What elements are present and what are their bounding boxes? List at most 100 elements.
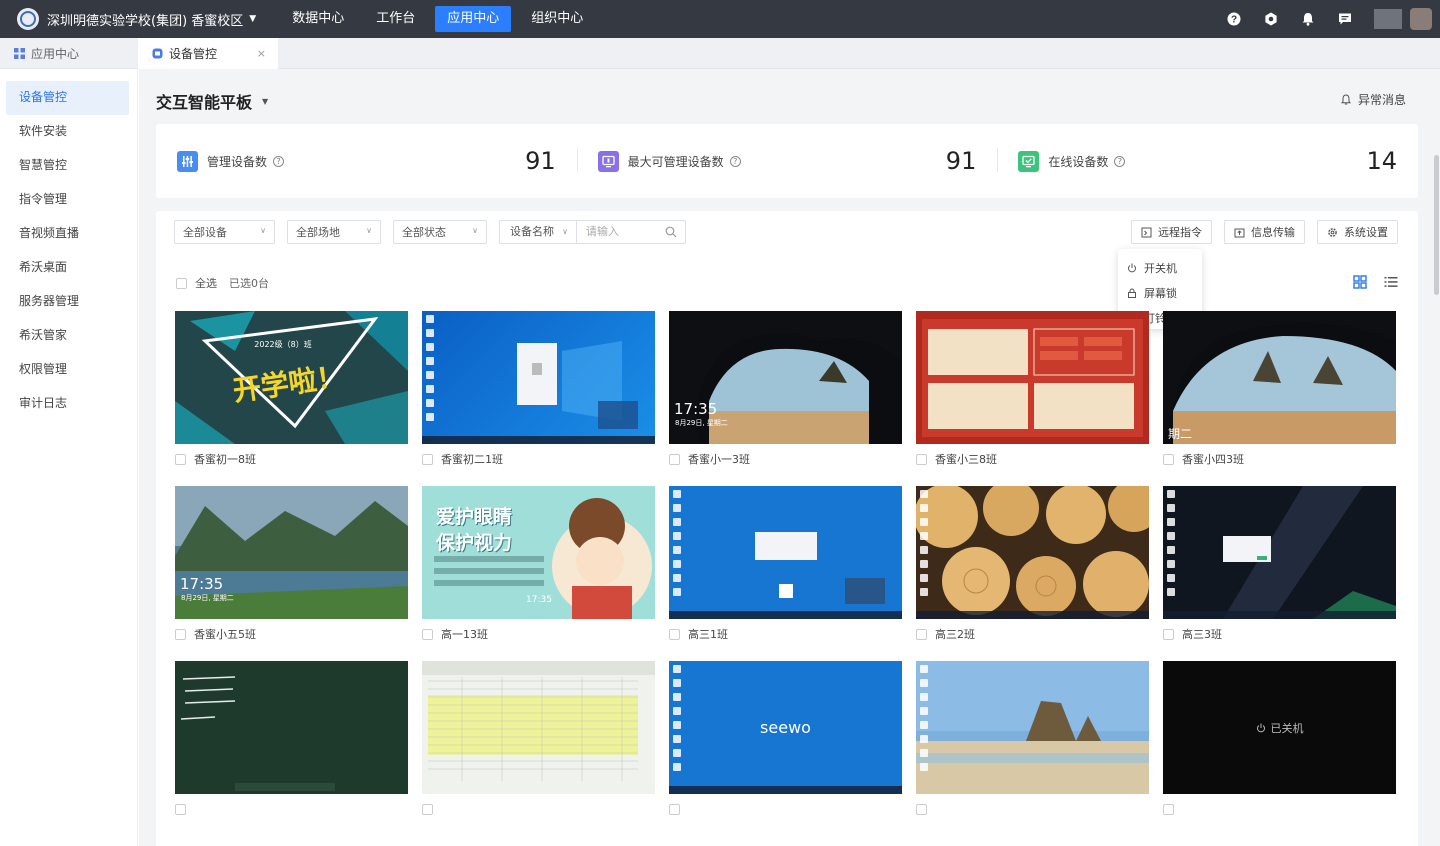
page-title[interactable]: 交互智能平板 bbox=[156, 89, 252, 113]
sidebar-item-seewo-desktop[interactable]: 希沃桌面 bbox=[6, 251, 129, 285]
device-checkbox[interactable] bbox=[175, 628, 186, 640]
device-screen-thumbnail[interactable]: 17:35 8月29日, 星期二 bbox=[669, 311, 902, 444]
device-checkbox[interactable] bbox=[175, 803, 186, 815]
help-icon[interactable]: ? bbox=[1114, 155, 1126, 167]
device-checkbox[interactable] bbox=[422, 628, 433, 640]
grid-view-icon[interactable] bbox=[1353, 275, 1367, 289]
user-name-block[interactable] bbox=[1374, 9, 1402, 29]
device-card[interactable]: 香蜜初二1班 bbox=[422, 311, 655, 474]
select-all-label[interactable]: 全选 bbox=[195, 275, 217, 291]
device-card[interactable]: 高三2班 bbox=[916, 486, 1149, 649]
device-checkbox[interactable] bbox=[175, 453, 186, 465]
nav-data-center[interactable]: 数据中心 bbox=[280, 6, 356, 32]
device-checkbox[interactable] bbox=[422, 803, 433, 815]
device-checkbox[interactable] bbox=[669, 453, 680, 465]
dropdown-item-power[interactable]: 开关机 bbox=[1118, 255, 1202, 280]
device-card[interactable] bbox=[916, 661, 1149, 824]
device-screen-thumbnail[interactable]: 2022级（8）班 开学啦！ bbox=[175, 311, 408, 444]
device-screen-thumbnail[interactable] bbox=[916, 661, 1149, 794]
device-card[interactable] bbox=[175, 661, 408, 824]
bell-icon[interactable] bbox=[1301, 12, 1315, 26]
sidebar-item-smart-control[interactable]: 智慧管控 bbox=[6, 149, 129, 183]
tab-app-center[interactable]: 应用中心 bbox=[0, 38, 138, 69]
help-icon[interactable]: ? bbox=[273, 155, 285, 167]
device-card[interactable]: 2022级（8）班 开学啦！ 香蜜初一8班 bbox=[175, 311, 408, 474]
sidebar-item-live-stream[interactable]: 音视频直播 bbox=[6, 217, 129, 251]
nav-app-center[interactable]: 应用中心 bbox=[435, 6, 512, 32]
device-screen-thumbnail[interactable] bbox=[916, 486, 1149, 619]
page-scrollbar[interactable] bbox=[1434, 155, 1439, 295]
sidebar-item-permissions[interactable]: 权限管理 bbox=[6, 353, 129, 387]
caret-down-icon[interactable]: ▼ bbox=[249, 14, 256, 24]
sidebar-item-seewo-manager[interactable]: 希沃管家 bbox=[6, 319, 129, 353]
device-card[interactable]: 期二 香蜜小四3班 bbox=[1163, 311, 1396, 474]
abnormal-messages-link[interactable]: 异常消息 bbox=[1340, 91, 1406, 108]
avatar[interactable] bbox=[1410, 8, 1432, 30]
device-card[interactable]: seewo bbox=[669, 661, 902, 824]
device-card[interactable]: 高三1班 bbox=[669, 486, 902, 649]
message-icon[interactable] bbox=[1338, 12, 1352, 26]
device-card[interactable]: 17:35 8月29日, 星期二 香蜜小五5班 bbox=[175, 486, 408, 649]
device-checkbox[interactable] bbox=[669, 628, 680, 640]
info-transfer-button[interactable]: 信息传输 bbox=[1224, 220, 1305, 244]
help-icon[interactable]: ? bbox=[1227, 12, 1241, 26]
select-all-checkbox[interactable] bbox=[176, 277, 187, 289]
lock-clock: 期二 bbox=[1168, 427, 1193, 441]
sidebar-item-device-control[interactable]: 设备管控 bbox=[6, 81, 129, 115]
caret-down-icon[interactable]: ▼ bbox=[262, 97, 268, 106]
device-screen-thumbnail[interactable] bbox=[422, 661, 655, 794]
sidebar-item-audit-log[interactable]: 审计日志 bbox=[6, 387, 129, 421]
system-settings-button[interactable]: 系统设置 bbox=[1317, 220, 1398, 244]
tab-device-control[interactable]: 设备管控 × bbox=[138, 38, 278, 69]
dropdown-item-screen-lock[interactable]: 屏幕锁 bbox=[1118, 280, 1202, 305]
nav-workbench[interactable]: 工作台 bbox=[364, 6, 427, 32]
help-icon[interactable]: ? bbox=[729, 155, 741, 167]
device-card[interactable]: 香蜜小三8班 bbox=[916, 311, 1149, 474]
device-checkbox[interactable] bbox=[916, 453, 927, 465]
device-checkbox[interactable] bbox=[1163, 453, 1174, 465]
device-screen-thumbnail[interactable] bbox=[669, 486, 902, 619]
device-checkbox[interactable] bbox=[916, 628, 927, 640]
school-selector[interactable]: 深圳明德实验学校(集团) 香蜜校区 bbox=[47, 10, 243, 29]
device-card[interactable]: 高三3班 bbox=[1163, 486, 1396, 649]
device-checkbox[interactable] bbox=[422, 453, 433, 465]
chalk-subtitle: 2022级（8）班 bbox=[254, 339, 311, 349]
device-screen-thumbnail[interactable]: seewo bbox=[669, 661, 902, 794]
device-card[interactable] bbox=[422, 661, 655, 824]
device-screen-thumbnail[interactable]: 已关机 bbox=[1163, 661, 1396, 794]
device-checkbox[interactable] bbox=[1163, 803, 1174, 815]
device-filter-select[interactable]: 全部设备 ∨ bbox=[174, 220, 275, 244]
nav-org-center[interactable]: 组织中心 bbox=[519, 6, 595, 32]
command-icon bbox=[1141, 227, 1152, 237]
sidebar-item-command-manage[interactable]: 指令管理 bbox=[6, 183, 129, 217]
power-icon bbox=[1128, 263, 1136, 272]
spreadsheet-screen-art bbox=[422, 661, 655, 781]
device-screen-thumbnail[interactable]: 期二 bbox=[1163, 311, 1396, 444]
device-screen-thumbnail[interactable]: 17:35 8月29日, 星期二 bbox=[175, 486, 408, 619]
status-filter-select[interactable]: 全部状态 ∨ bbox=[393, 220, 487, 244]
desktop-screen-art bbox=[755, 532, 885, 604]
device-card[interactable]: 已关机 bbox=[1163, 661, 1396, 824]
device-screen-thumbnail[interactable] bbox=[916, 311, 1149, 444]
device-checkbox[interactable] bbox=[1163, 628, 1174, 640]
search-input[interactable]: 请输入 bbox=[577, 221, 685, 243]
device-screen-thumbnail[interactable] bbox=[422, 311, 655, 444]
device-card[interactable]: 爱护眼睛 保护视力 17:35 高一13班 bbox=[422, 486, 655, 649]
venue-filter-select[interactable]: 全部场地 ∨ bbox=[287, 220, 381, 244]
device-screen-thumbnail[interactable] bbox=[1163, 486, 1396, 619]
search-icon[interactable] bbox=[665, 226, 677, 238]
search-field-select[interactable]: 设备名称 ∨ bbox=[500, 221, 577, 243]
remote-command-button[interactable]: 远程指令 bbox=[1131, 220, 1212, 244]
sidebar-item-software-install[interactable]: 软件安装 bbox=[6, 115, 129, 149]
device-card[interactable]: 17:35 8月29日, 星期二 香蜜小一3班 bbox=[669, 311, 902, 474]
settings-icon[interactable] bbox=[1264, 12, 1278, 26]
device-checkbox[interactable] bbox=[669, 803, 680, 815]
top-nav: 数据中心 工作台 应用中心 组织中心 bbox=[280, 0, 603, 38]
sidebar-item-server-manage[interactable]: 服务器管理 bbox=[6, 285, 129, 319]
close-icon[interactable]: × bbox=[257, 47, 266, 60]
device-checkbox[interactable] bbox=[916, 803, 927, 815]
device-screen-thumbnail[interactable]: 爱护眼睛 保护视力 17:35 bbox=[422, 486, 655, 619]
device-screen-thumbnail[interactable] bbox=[175, 661, 408, 794]
list-view-icon[interactable] bbox=[1384, 275, 1398, 289]
title-row[interactable]: 交互智能平板 ▼ bbox=[156, 89, 268, 113]
